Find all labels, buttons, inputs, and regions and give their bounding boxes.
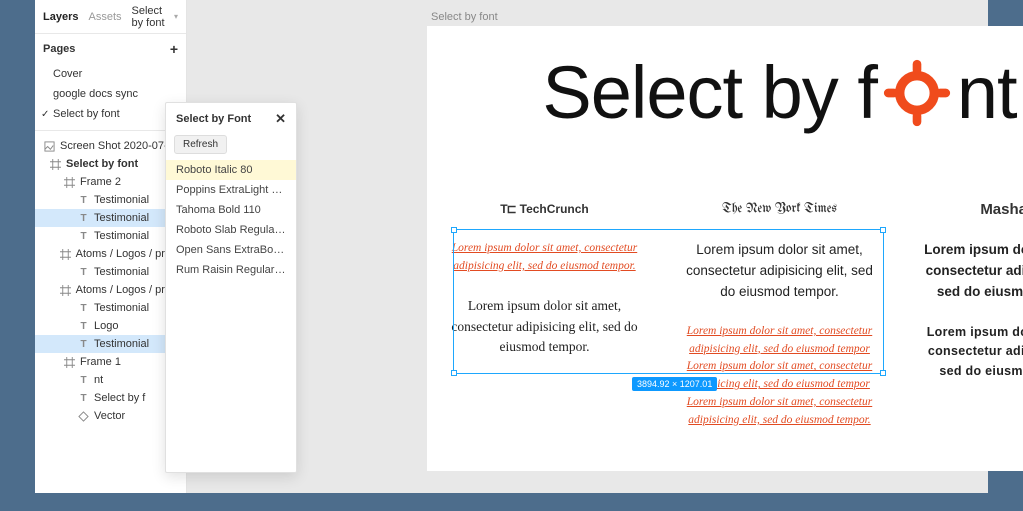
selection-handle-sw[interactable] <box>451 370 457 376</box>
page-item[interactable]: Cover <box>35 64 186 84</box>
popup-header[interactable]: Select by Font ✕ <box>166 103 296 135</box>
font-list-item[interactable]: Tahoma Bold 110 <box>166 200 296 220</box>
canvas-frame-label[interactable]: Select by font <box>431 11 498 23</box>
hero-title: Select by f nt <box>427 50 1023 135</box>
font-list: Roboto Italic 80Poppins ExtraLight 112Ta… <box>166 160 296 280</box>
selection-dimensions-badge: 3894.92 × 1207.01 <box>632 377 717 391</box>
close-icon[interactable]: ✕ <box>275 111 286 127</box>
layer-label: nt <box>94 374 103 386</box>
layer-row[interactable]: Frame 1 <box>35 353 186 371</box>
layer-label: Testimonial <box>94 302 149 314</box>
text-icon: T <box>78 231 89 242</box>
layer-label: Select by font <box>66 158 138 170</box>
frame-icon <box>60 249 71 260</box>
layer-label: Testimonial <box>94 194 149 206</box>
text-icon: T <box>78 339 89 350</box>
layer-row[interactable]: Select by font <box>35 155 186 173</box>
layer-row[interactable]: T Testimonial <box>35 227 186 245</box>
layer-row[interactable]: T Testimonial <box>35 335 186 353</box>
layer-label: Logo <box>94 320 118 332</box>
layer-label: Frame 2 <box>80 176 121 188</box>
layer-row[interactable]: Vector <box>35 407 186 425</box>
text-icon: T <box>78 267 89 278</box>
layer-row[interactable]: Screen Shot 2020-07-08 at 16 <box>35 137 186 155</box>
col-3: Mashable Lorem ipsum dolor sit amet, con… <box>897 196 1023 450</box>
hero-text-left[interactable]: Select by f <box>542 50 877 135</box>
layer-row[interactable]: T Testimonial <box>35 191 186 209</box>
layer-label: Testimonial <box>94 230 149 242</box>
text-icon: T <box>78 213 89 224</box>
divider <box>35 130 186 131</box>
logo-techcrunch[interactable]: T⊏ TechCrunch <box>445 196 644 222</box>
selection-box[interactable] <box>453 229 884 374</box>
page-item[interactable]: google docs sync <box>35 84 186 104</box>
page-item[interactable]: Select by font <box>35 104 186 124</box>
layer-row[interactable]: Tnt <box>35 371 186 389</box>
pages-title: Pages <box>43 43 75 55</box>
layer-label: Frame 1 <box>80 356 121 368</box>
layer-row[interactable]: Atoms / Logos / press <box>35 245 186 263</box>
font-list-item[interactable]: Rum Raisin Regular 120 <box>166 260 296 280</box>
sidebar-topbar: Layers Assets Select by font ▾ <box>35 0 186 34</box>
layer-row[interactable]: T Select by f <box>35 389 186 407</box>
pages-list: Covergoogle docs syncSelect by font <box>35 64 186 124</box>
font-list-item[interactable]: Poppins ExtraLight 112 <box>166 180 296 200</box>
tab-assets[interactable]: Assets <box>88 11 121 23</box>
layer-row[interactable]: T Logo <box>35 317 186 335</box>
layer-row[interactable]: T Testimonial <box>35 263 186 281</box>
chevron-down-icon: ▾ <box>174 12 178 21</box>
layer-label: Testimonial <box>94 212 149 224</box>
text-icon: T <box>78 393 89 404</box>
layer-label: Testimonial <box>94 266 149 278</box>
text-icon: T <box>78 303 89 314</box>
add-page-button[interactable]: + <box>170 42 178 56</box>
frame-icon <box>60 285 71 296</box>
crosshair-icon <box>881 57 953 129</box>
logo-techcrunch-label: TechCrunch <box>520 202 589 216</box>
text-icon: T <box>78 321 89 332</box>
text-icon: T <box>78 375 89 386</box>
tc-mark-icon: T⊏ <box>500 202 515 216</box>
layer-label: Testimonial <box>94 338 149 350</box>
frame-icon <box>64 357 75 368</box>
font-list-item[interactable]: Roboto Slab Regular 86 <box>166 220 296 240</box>
page-dropdown[interactable]: Select by font ▾ <box>132 5 179 29</box>
pages-header: Pages + <box>35 34 186 64</box>
popup-title: Select by Font <box>176 113 251 125</box>
frame-icon <box>64 177 75 188</box>
canvas-area[interactable]: Select by font Select by f nt <box>187 0 988 493</box>
hero-text-right[interactable]: nt <box>957 50 1017 135</box>
logo-mashable[interactable]: Mashable <box>915 196 1023 222</box>
selection-handle-nw[interactable] <box>451 227 457 233</box>
vector-icon <box>78 411 89 422</box>
layers-list: Screen Shot 2020-07-08 at 16 Select by fo… <box>35 137 186 425</box>
layer-row[interactable]: Atoms / Logos / press <box>35 281 186 299</box>
refresh-button[interactable]: Refresh <box>174 135 227 154</box>
page-dropdown-label: Select by font <box>132 5 171 29</box>
tab-layers[interactable]: Layers <box>43 11 78 23</box>
testimonial-3a[interactable]: Lorem ipsum dolor sit amet, consectetur … <box>915 240 1023 303</box>
layer-row[interactable]: Frame 2 <box>35 173 186 191</box>
font-list-item[interactable]: Roboto Italic 80 <box>166 160 296 180</box>
select-by-font-popup[interactable]: Select by Font ✕ Refresh Roboto Italic 8… <box>165 102 297 473</box>
font-list-item[interactable]: Open Sans ExtraBold 110 <box>166 240 296 260</box>
frame-icon <box>50 159 61 170</box>
selection-handle-se[interactable] <box>880 370 886 376</box>
testimonial-3b[interactable]: Lorem ipsum dolor sit amet, consectetur … <box>915 323 1023 381</box>
text-icon: T <box>78 195 89 206</box>
layer-row[interactable]: T Testimonial <box>35 299 186 317</box>
layer-label: Vector <box>94 410 125 422</box>
layer-label: Select by f <box>94 392 145 404</box>
image-icon <box>44 141 55 152</box>
layer-row[interactable]: T Testimonial <box>35 209 186 227</box>
logo-nyt[interactable]: The New York Times <box>680 196 879 222</box>
selection-handle-ne[interactable] <box>880 227 886 233</box>
